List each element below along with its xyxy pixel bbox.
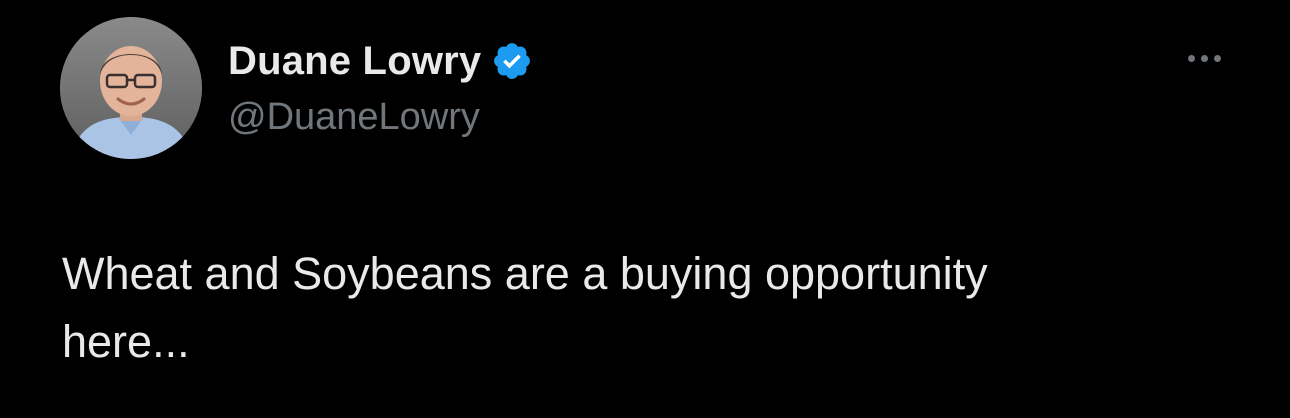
author-handle[interactable]: @DuaneLowry: [228, 96, 480, 139]
avatar-photo: [60, 17, 202, 159]
author-name-row: Duane Lowry: [228, 36, 533, 86]
tweet-card: Duane Lowry @DuaneLowry Wheat and Soybea…: [0, 0, 1290, 418]
more-dot: [1213, 54, 1221, 62]
author-display-name[interactable]: Duane Lowry: [228, 39, 481, 84]
verified-badge-icon: [491, 40, 533, 82]
more-dot: [1187, 54, 1195, 62]
more-dot: [1200, 54, 1208, 62]
more-options-icon[interactable]: [1176, 40, 1232, 76]
author-avatar[interactable]: [60, 17, 202, 159]
tweet-text: Wheat and Soybeans are a buying opportun…: [62, 248, 988, 367]
